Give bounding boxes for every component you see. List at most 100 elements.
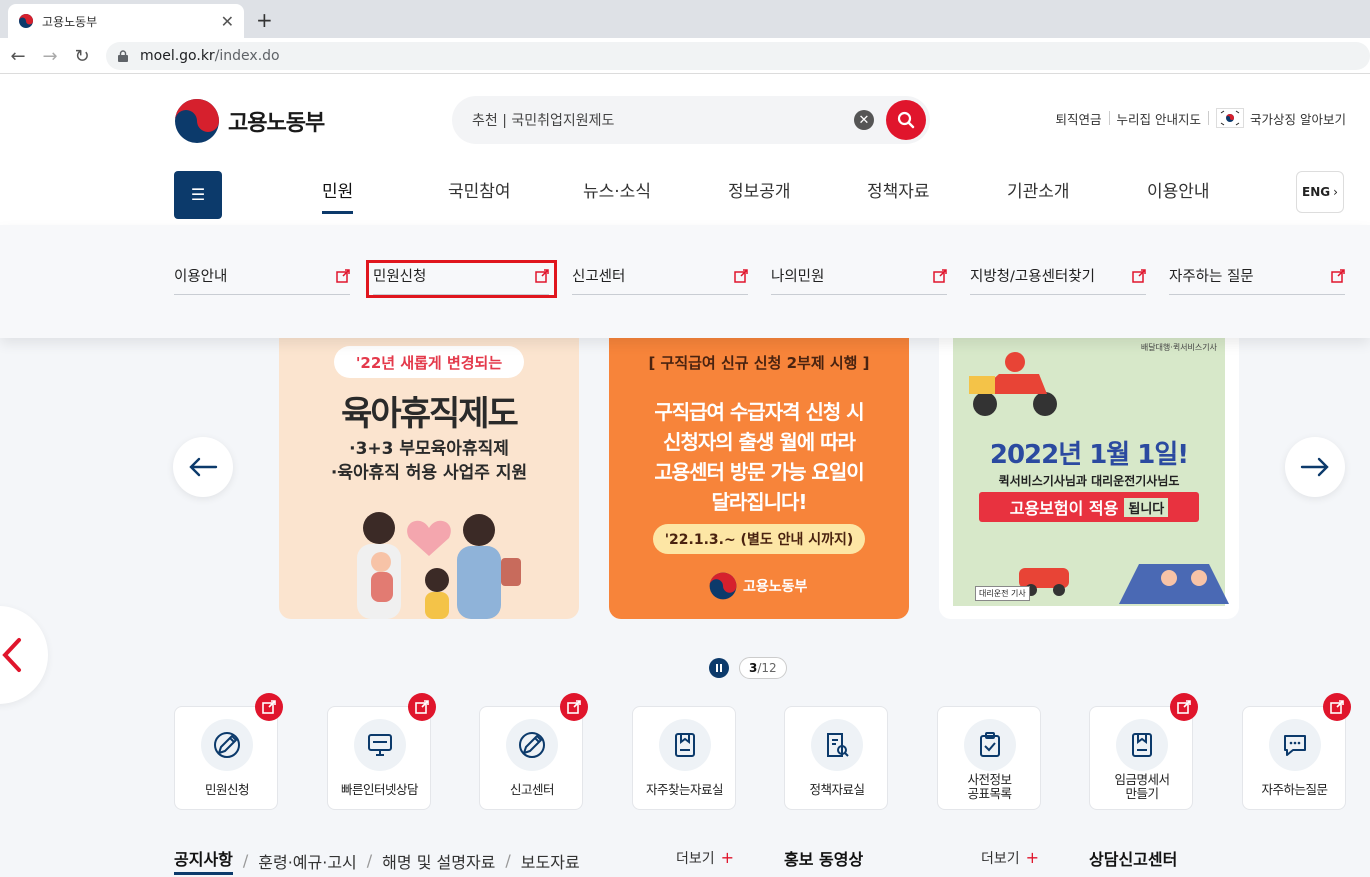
pencil-circle-icon [519, 732, 545, 758]
all-menu-button[interactable]: ☰ [174, 171, 222, 219]
submenu-item-faq[interactable]: 자주하는 질문 [1169, 259, 1345, 295]
quick-link-civil-apply[interactable]: 민원신청 [174, 693, 283, 810]
tab-close-icon[interactable]: ✕ [221, 12, 234, 31]
site-logo[interactable]: 고용노동부 [174, 98, 325, 144]
external-link-icon [1132, 268, 1146, 283]
nav-item-guide[interactable]: 이용안내 [1147, 177, 1210, 202]
quick-link-label: 자주찾는자료실 [645, 782, 724, 797]
quick-link-prior-disclosure[interactable]: 사전정보 공표목록 [936, 706, 1041, 810]
more-link-video[interactable]: 더보기 + [981, 848, 1039, 868]
submenu-label: 나의민원 [771, 269, 825, 285]
more-link-notice[interactable]: 더보기 + [676, 848, 734, 868]
submenu-item-my[interactable]: 나의민원 [771, 259, 947, 295]
clipboard-check-icon [979, 732, 1000, 757]
banner-line: 퀵서비스기사님과 대리운전기사님도 [998, 474, 1180, 488]
banner-highlight-suffix: 됩니다 [1124, 497, 1169, 517]
notice-tabs: 공지사항 / 훈령·예규·고시 / 해명 및 설명자료 / 보도자료 [174, 846, 580, 875]
banner-highlight-text: 고용보험이 적용 [1009, 499, 1119, 518]
external-link-icon [567, 700, 581, 714]
nav-item-policy[interactable]: 정책자료 [867, 177, 930, 202]
tab-notice[interactable]: 공지사항 [174, 846, 233, 875]
main-nav: 민원 국민참여 뉴스·소식 정보공개 정책자료 기관소개 이용안내 [262, 177, 1272, 217]
nav-item-news[interactable]: 뉴스·소식 [583, 177, 651, 202]
tab-directives[interactable]: 훈령·예규·고시 [258, 849, 357, 873]
util-link-pension[interactable]: 퇴직연금 [1056, 109, 1102, 128]
chevron-right-icon: › [1333, 185, 1338, 199]
motorbike-illustration-icon [969, 352, 1057, 416]
pause-button[interactable] [709, 658, 729, 678]
banner-date: '22.1.3.~ (별도 안내 시까지) [653, 524, 865, 554]
pause-icon [720, 664, 722, 672]
taegeuk-favicon-icon [19, 14, 33, 28]
external-link-icon [262, 700, 276, 714]
external-link-badge [560, 693, 588, 721]
forward-icon[interactable]: → [38, 44, 62, 68]
banner-line: 신청자의 출생 월에 따라 [663, 430, 856, 454]
quick-link-faq[interactable]: 자주하는질문 [1241, 693, 1351, 810]
nav-item-disclosure[interactable]: 정보공개 [728, 177, 791, 202]
korea-flag-icon [1216, 108, 1245, 128]
quick-link-payslip[interactable]: 임금명세서 만들기 [1089, 693, 1198, 810]
carousel-prev-button[interactable] [173, 437, 233, 497]
chat-bubble-icon [1283, 735, 1306, 756]
lock-icon [118, 50, 128, 62]
external-link-icon [933, 268, 947, 283]
external-link-badge [407, 693, 436, 721]
more-label: 더보기 [981, 851, 1020, 867]
banner-card-employment-insurance[interactable]: 배달대행·퀵서비스기사 2022년 1월 1일! 퀵서비스기사님과 대리운전기사… [939, 338, 1239, 619]
external-link-badge [1322, 693, 1351, 721]
quick-link-faq-archive[interactable]: 자주찾는자료실 [631, 706, 736, 810]
submenu-item-guide[interactable]: 이용안내 [174, 259, 350, 295]
quick-link-label: 정책자료실 [809, 782, 865, 797]
slide-total: /12 [757, 661, 777, 675]
tab-press[interactable]: 보도자료 [521, 849, 580, 873]
quick-link-report-center[interactable]: 신고센터 [479, 693, 588, 810]
quick-link-online-consult[interactable]: 빠른인터넷상담 [326, 693, 436, 810]
url-path: /index.do [214, 48, 280, 64]
taegeuk-logo-icon [709, 572, 737, 600]
banner-card-job-seeking[interactable]: [ 구직급여 신규 신청 2부제 시행 ] 구직급여 수급자격 신청 시 신청자… [609, 338, 909, 619]
clear-icon[interactable]: ✕ [854, 110, 874, 130]
banner-line: ·육아휴직 허용 사업주 지원 [330, 463, 528, 483]
banner-label: 대리운전 기사 [975, 586, 1030, 601]
external-link-icon [414, 700, 429, 714]
search-button[interactable] [886, 100, 926, 140]
quick-link-label: 임금명세서 만들기 [1114, 772, 1170, 801]
util-link-sitemap[interactable]: 누리집 안내지도 [1117, 109, 1201, 128]
chevron-left-icon [2, 638, 21, 672]
banner-title: 육아휴직제도 [341, 394, 519, 434]
banner-brand: 고용노동부 [709, 572, 807, 600]
util-link-national-symbol[interactable]: 국가상징 알아보기 [1250, 109, 1346, 128]
submenu-label: 지방청/고용센터찾기 [970, 269, 1095, 285]
slide-counter: 3/12 [739, 657, 787, 679]
car-illustration-icon [1019, 564, 1229, 604]
quick-link-icon-wrap [811, 719, 863, 771]
family-illustration-icon [357, 512, 521, 619]
arrow-left-icon [189, 457, 218, 477]
carousel-next-button[interactable] [1285, 437, 1345, 497]
nav-item-participation[interactable]: 국민참여 [448, 177, 511, 202]
nav-item-about[interactable]: 기관소개 [1007, 177, 1070, 202]
banner-card-parental-leave[interactable]: '22년 새롭게 변경되는 육아휴직제도 ·3+3 부모육아휴직제 ·육아휴직 … [279, 338, 579, 619]
new-tab-icon[interactable]: + [256, 8, 273, 32]
external-link-icon [734, 268, 748, 283]
submenu-item-report[interactable]: 신고센터 [572, 259, 748, 295]
reload-icon[interactable]: ↻ [70, 44, 94, 68]
submenu-item-offices[interactable]: 지방청/고용센터찾기 [970, 259, 1146, 295]
browser-tab[interactable]: 고용노동부 ✕ [8, 4, 244, 38]
search-input[interactable] [472, 112, 854, 128]
submenu-label: 자주하는 질문 [1169, 269, 1254, 285]
quick-link-policy-archive[interactable]: 정책자료실 [784, 706, 888, 810]
tab-explanations[interactable]: 해명 및 설명자료 [382, 849, 495, 873]
nav-item-civil[interactable]: 민원 [322, 177, 354, 214]
back-icon[interactable]: ← [6, 44, 30, 68]
menu-icon: ☰ [190, 185, 206, 204]
quick-link-label: 자주하는질문 [1261, 782, 1328, 797]
language-button[interactable]: ENG › [1296, 171, 1344, 213]
banner-pill: '22년 새롭게 변경되는 [334, 346, 524, 378]
url-field[interactable]: moel.go.kr/index.do [106, 42, 1370, 70]
quick-link-icon-wrap [1268, 719, 1321, 771]
banner-line: 고용센터 방문 가능 요일이 [654, 460, 864, 484]
highlight-box [366, 260, 557, 298]
bookmark-doc-icon [1132, 733, 1152, 757]
